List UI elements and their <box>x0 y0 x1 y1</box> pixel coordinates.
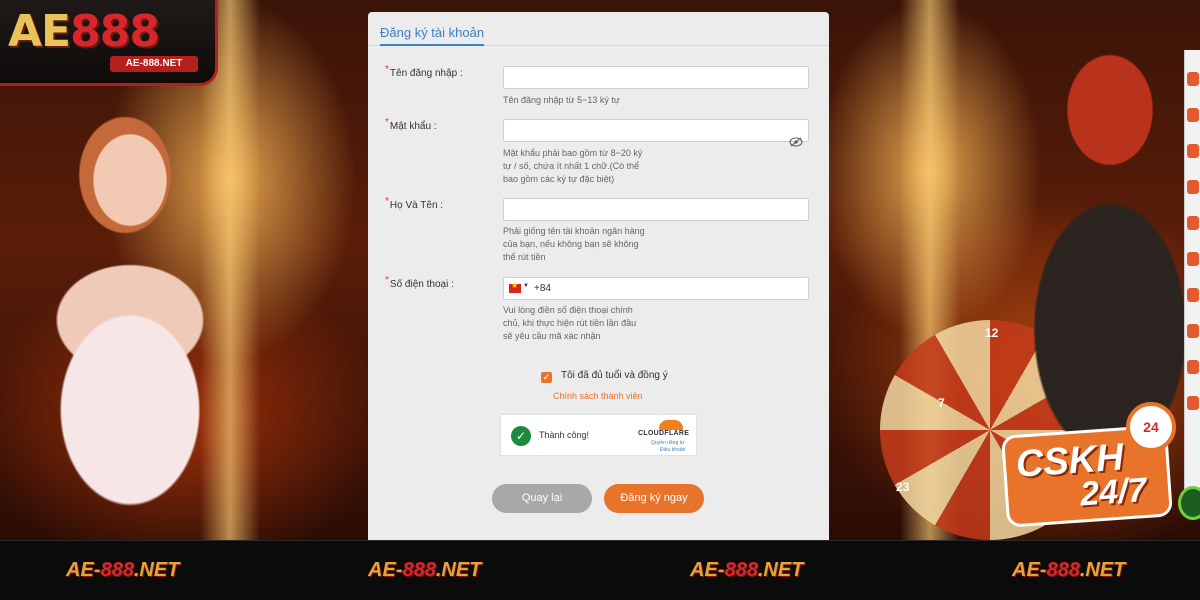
footer-watermark: AE-888.NET <box>66 559 180 581</box>
registration-form: Đăng ký tài khoản *Tên đăng nhập : Tên đ… <box>368 12 829 540</box>
captcha-provider: CLOUDFLARE <box>638 430 690 437</box>
support-subtitle: 24/7 <box>1078 470 1148 514</box>
fullname-hint: Phải giống tên tài khoản ngân hàng của b… <box>503 226 645 262</box>
tab-register[interactable]: Đăng ký tài khoản <box>380 25 485 46</box>
side-toolbar-button[interactable] <box>1187 180 1199 194</box>
username-input[interactable] <box>503 66 809 89</box>
side-toolbar-button[interactable] <box>1187 396 1199 410</box>
required-marker: * <box>385 275 389 286</box>
footer-watermark: AE-888.NET <box>368 559 482 581</box>
clock-icon[interactable]: 24 <box>1126 402 1176 452</box>
side-toolbar-button[interactable] <box>1187 324 1199 338</box>
fullname-input[interactable] <box>503 198 809 221</box>
required-marker: * <box>385 196 389 207</box>
ae888-badge-icon[interactable] <box>1178 486 1200 520</box>
chevron-down-icon[interactable]: ▼ <box>523 283 529 289</box>
eye-off-icon[interactable] <box>789 137 803 147</box>
footer-strip: AE-888.NET AE-888.NET AE-888.NET AE-888.… <box>0 540 1200 600</box>
vietnam-flag-icon[interactable] <box>509 281 521 293</box>
side-toolbar-button[interactable] <box>1187 144 1199 158</box>
side-toolbar-button[interactable] <box>1187 216 1199 230</box>
country-code: +84 <box>534 283 551 294</box>
register-button[interactable]: Đăng ký ngay <box>604 484 704 513</box>
agree-checkbox[interactable]: ✓ <box>541 372 552 383</box>
privacy-link[interactable]: Quyền riêng tư <box>651 440 684 446</box>
username-hint: Tên đăng nhập từ 5~13 ký tự <box>503 95 620 105</box>
wheel-number: 7 <box>938 396 945 410</box>
side-toolbar-button[interactable] <box>1187 360 1199 374</box>
terms-link[interactable]: Điều khoản <box>660 447 685 453</box>
promo-model-image <box>0 80 270 540</box>
username-label: *Tên đăng nhập : <box>385 64 463 79</box>
cloudflare-logo-icon <box>659 420 683 430</box>
checkmark-icon: ✓ <box>511 426 531 446</box>
required-marker: * <box>385 64 389 75</box>
password-hint: Mật khẩu phải bao gồm từ 8~20 ký tự / số… <box>503 148 643 184</box>
phone-input[interactable]: ▼ +84 <box>503 277 809 300</box>
agree-text: Tôi đã đủ tuổi và đồng ý <box>561 370 668 381</box>
side-toolbar <box>1184 50 1200 510</box>
side-toolbar-button[interactable] <box>1187 72 1199 86</box>
captcha-widget[interactable]: ✓ Thành công! CLOUDFLARE Quyền riêng tư … <box>500 414 697 456</box>
back-button[interactable]: Quay lại <box>492 484 592 513</box>
required-marker: * <box>385 117 389 128</box>
phone-label: *Số điện thoại : <box>385 275 454 290</box>
site-logo[interactable]: AE888 AE-888.NET <box>0 0 218 86</box>
side-toolbar-button[interactable] <box>1187 108 1199 122</box>
footer-watermark: AE-888.NET <box>690 559 804 581</box>
member-policy-link[interactable]: Chính sách thành viên <box>553 391 643 401</box>
form-header: Đăng ký tài khoản <box>368 12 829 46</box>
clock-label: 24 <box>1143 419 1159 435</box>
side-toolbar-button[interactable] <box>1187 252 1199 266</box>
footer-watermark: AE-888.NET <box>1012 559 1126 581</box>
logo-domain: AE-888.NET <box>110 56 198 72</box>
password-label: *Mật khẩu : <box>385 117 437 132</box>
side-toolbar-button[interactable] <box>1187 288 1199 302</box>
captcha-status: Thành công! <box>539 430 590 440</box>
password-input[interactable] <box>503 119 809 142</box>
fullname-label: *Họ Và Tên : <box>385 196 444 211</box>
phone-hint: Vui lòng điền số điện thoại chính chủ, k… <box>503 305 637 341</box>
logo-wordmark: AE888 <box>8 6 160 57</box>
wheel-number: 23 <box>896 480 910 494</box>
